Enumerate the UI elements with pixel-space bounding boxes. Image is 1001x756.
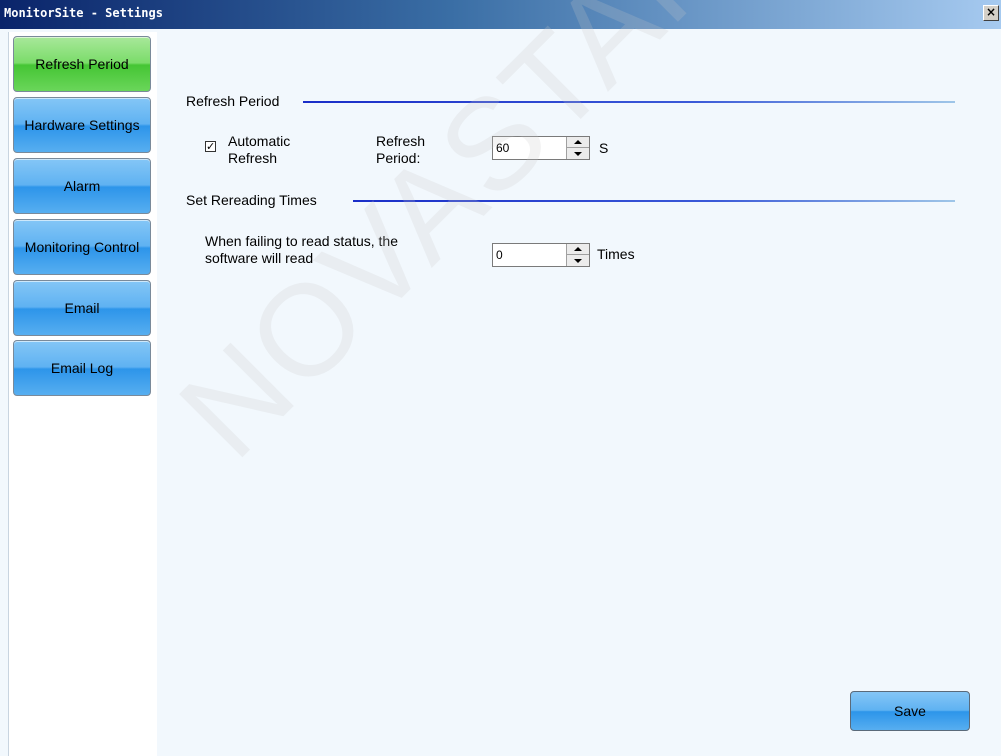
- spin-arrows: [566, 137, 589, 159]
- settings-window: MonitorSite - Settings × Refresh Period …: [0, 0, 1001, 756]
- spin-arrows: [566, 244, 589, 266]
- sidebar-item-label: Alarm: [63, 178, 101, 194]
- refresh-period-input[interactable]: [496, 140, 566, 156]
- auto-refresh-label: Automatic Refresh: [228, 133, 291, 166]
- title-bar[interactable]: MonitorSite - Settings ×: [0, 0, 1001, 29]
- sidebar-item-label: Email: [64, 300, 100, 316]
- rereading-description-label: When failing to read status, the softwar…: [205, 233, 398, 266]
- check-icon: ✓: [206, 140, 216, 153]
- refresh-period-spinbox[interactable]: [492, 136, 590, 160]
- refresh-period-section-title: Refresh Period: [186, 93, 280, 109]
- sidebar-item-label: Email Log: [50, 360, 114, 376]
- sidebar-item-monitoring-control[interactable]: Monitoring Control: [13, 219, 151, 275]
- spin-down-button[interactable]: [567, 255, 589, 266]
- save-button-label: Save: [894, 703, 926, 719]
- section-divider: [303, 101, 955, 103]
- section-divider: [353, 200, 955, 202]
- close-button[interactable]: ×: [983, 5, 999, 21]
- sidebar-item-email-log[interactable]: Email Log: [13, 340, 151, 396]
- sidebar: Refresh Period Hardware Settings Alarm M…: [8, 32, 158, 756]
- spin-down-button[interactable]: [567, 148, 589, 159]
- refresh-period-unit: S: [599, 140, 609, 156]
- sidebar-item-label: Monitoring Control: [24, 239, 140, 255]
- refresh-period-label: Refresh Period:: [376, 133, 426, 166]
- settings-panel: Refresh Period ✓ Automatic Refresh Refre…: [157, 29, 1001, 756]
- rereading-times-spinbox[interactable]: [492, 243, 590, 267]
- spin-up-button[interactable]: [567, 137, 589, 148]
- rereading-times-unit: Times: [597, 246, 635, 262]
- rereading-section-title: Set Rereading Times: [186, 192, 317, 208]
- arrow-down-icon: [574, 258, 582, 263]
- sidebar-item-refresh-period[interactable]: Refresh Period: [13, 36, 151, 92]
- auto-refresh-checkbox[interactable]: ✓: [205, 141, 216, 152]
- sidebar-item-email[interactable]: Email: [13, 280, 151, 336]
- sidebar-item-label: Refresh Period: [35, 56, 129, 72]
- arrow-down-icon: [574, 151, 582, 156]
- sidebar-item-alarm[interactable]: Alarm: [13, 158, 151, 214]
- sidebar-item-hardware-settings[interactable]: Hardware Settings: [13, 97, 151, 153]
- spin-up-button[interactable]: [567, 244, 589, 255]
- save-button[interactable]: Save: [850, 691, 970, 731]
- arrow-up-icon: [574, 140, 582, 144]
- arrow-up-icon: [574, 247, 582, 251]
- close-icon: ×: [985, 5, 997, 19]
- rereading-times-input[interactable]: [496, 247, 566, 263]
- window-title: MonitorSite - Settings: [4, 6, 163, 20]
- sidebar-item-label: Hardware Settings: [24, 117, 140, 133]
